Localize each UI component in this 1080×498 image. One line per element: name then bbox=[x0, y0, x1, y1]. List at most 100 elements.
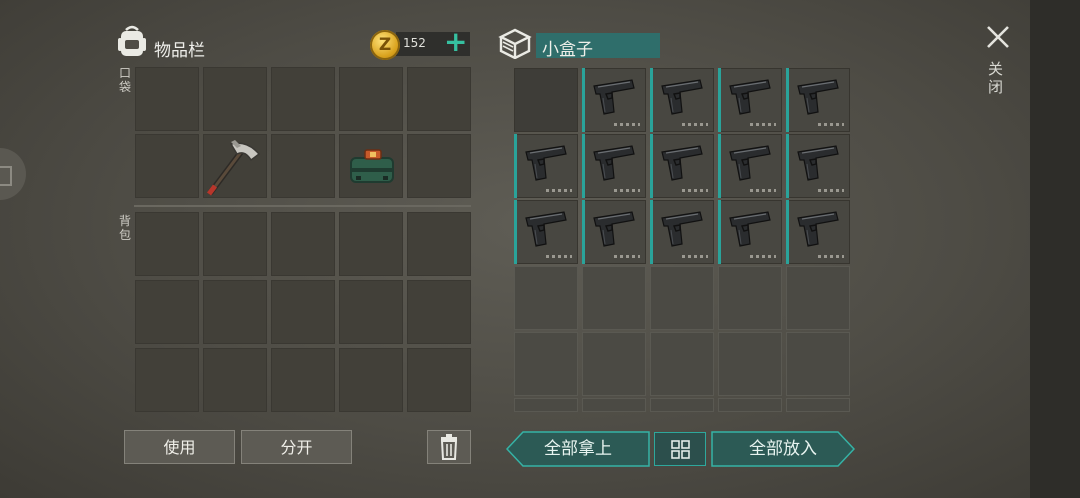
container-slot[interactable] bbox=[718, 134, 782, 198]
pistol-icon bbox=[525, 211, 567, 247]
backpack-slot[interactable] bbox=[203, 348, 267, 412]
pocket-slot[interactable] bbox=[135, 67, 199, 131]
container-slot[interactable] bbox=[718, 200, 782, 264]
coin-icon: Z bbox=[370, 30, 400, 60]
backpack-slot[interactable] bbox=[203, 212, 267, 276]
pocket-slot[interactable] bbox=[407, 134, 471, 198]
durability-dots bbox=[546, 189, 572, 192]
container-slot[interactable] bbox=[582, 332, 646, 396]
container-slot[interactable] bbox=[514, 332, 578, 396]
durability-dots bbox=[818, 255, 844, 258]
add-coins-button[interactable]: + bbox=[444, 27, 467, 57]
container-slot[interactable] bbox=[650, 266, 714, 330]
durability-dots bbox=[682, 123, 708, 126]
take-all-label: 全部拿上 bbox=[544, 439, 612, 459]
pocket-slot[interactable] bbox=[339, 134, 403, 198]
container-slot[interactable] bbox=[718, 68, 782, 132]
durability-dots bbox=[614, 189, 640, 192]
pocket-slot[interactable] bbox=[271, 67, 335, 131]
container-slot[interactable] bbox=[650, 200, 714, 264]
backpack-slot[interactable] bbox=[339, 280, 403, 344]
pocket-slot[interactable] bbox=[203, 67, 267, 131]
pistol-icon bbox=[661, 145, 703, 181]
close-icon[interactable] bbox=[983, 22, 1013, 52]
backpack-slot[interactable] bbox=[135, 280, 199, 344]
pocket-slot[interactable] bbox=[203, 134, 267, 198]
close-label[interactable]: 关闭 bbox=[988, 60, 1008, 96]
durability-dots bbox=[818, 189, 844, 192]
grid-icon bbox=[671, 440, 690, 459]
pickaxe-icon bbox=[207, 140, 261, 196]
container-slot[interactable] bbox=[582, 134, 646, 198]
pocket-slot[interactable] bbox=[271, 134, 335, 198]
backpack-slot[interactable] bbox=[271, 280, 335, 344]
coin-count: 152 bbox=[403, 36, 426, 50]
container-slot[interactable] bbox=[650, 68, 714, 132]
trash-icon bbox=[440, 434, 458, 460]
trash-button[interactable] bbox=[427, 430, 471, 464]
durability-dots bbox=[682, 189, 708, 192]
pistol-icon bbox=[593, 145, 635, 181]
durability-dots bbox=[750, 255, 776, 258]
sort-button[interactable] bbox=[654, 432, 706, 466]
backpack-slot[interactable] bbox=[339, 212, 403, 276]
take-all-button[interactable]: 全部拿上 bbox=[505, 431, 650, 467]
pistol-icon bbox=[797, 145, 839, 181]
pistol-icon bbox=[525, 145, 567, 181]
backpack-slot[interactable] bbox=[271, 348, 335, 412]
pistol-icon bbox=[729, 211, 771, 247]
container-slot[interactable] bbox=[786, 398, 850, 412]
container-slot[interactable] bbox=[514, 134, 578, 198]
container-slot[interactable] bbox=[514, 398, 578, 412]
tool-case-icon bbox=[350, 149, 394, 183]
container-slot[interactable] bbox=[582, 266, 646, 330]
container-slot[interactable] bbox=[786, 266, 850, 330]
container-slot[interactable] bbox=[582, 200, 646, 264]
backpack-slot[interactable] bbox=[135, 212, 199, 276]
container-slot[interactable] bbox=[582, 68, 646, 132]
pocket-slot[interactable] bbox=[135, 134, 199, 198]
container-slot[interactable] bbox=[718, 266, 782, 330]
container-slot[interactable] bbox=[582, 398, 646, 412]
pistol-icon bbox=[661, 79, 703, 115]
backpack-slot[interactable] bbox=[407, 212, 471, 276]
backpack-slot[interactable] bbox=[407, 348, 471, 412]
pistol-icon bbox=[729, 145, 771, 181]
pocket-slot[interactable] bbox=[339, 67, 403, 131]
container-slot[interactable] bbox=[650, 398, 714, 412]
backpack-slot[interactable] bbox=[135, 348, 199, 412]
box-icon bbox=[498, 28, 532, 59]
backpack-slot[interactable] bbox=[339, 348, 403, 412]
pistol-icon bbox=[729, 79, 771, 115]
split-button[interactable]: 分开 bbox=[241, 430, 352, 464]
container-slot[interactable] bbox=[786, 134, 850, 198]
backpack-slot[interactable] bbox=[271, 212, 335, 276]
container-title: 小盒子 bbox=[542, 40, 593, 60]
container-slot[interactable] bbox=[786, 332, 850, 396]
container-slot[interactable] bbox=[718, 398, 782, 412]
screen-edge bbox=[1030, 0, 1080, 498]
pistol-icon bbox=[797, 79, 839, 115]
durability-dots bbox=[546, 255, 572, 258]
container-slot[interactable] bbox=[718, 332, 782, 396]
section-divider bbox=[134, 205, 471, 207]
container-slot[interactable] bbox=[514, 266, 578, 330]
durability-dots bbox=[818, 123, 844, 126]
container-slot[interactable] bbox=[786, 68, 850, 132]
put-all-button[interactable]: 全部放入 bbox=[711, 431, 856, 467]
pistol-icon bbox=[661, 211, 703, 247]
container-slot[interactable] bbox=[514, 200, 578, 264]
container-slot[interactable] bbox=[650, 332, 714, 396]
backpack-icon bbox=[118, 25, 146, 56]
durability-dots bbox=[614, 255, 640, 258]
backpack-slot[interactable] bbox=[203, 280, 267, 344]
backpack-slot[interactable] bbox=[407, 280, 471, 344]
durability-dots bbox=[750, 189, 776, 192]
container-slot[interactable] bbox=[786, 200, 850, 264]
pistol-icon bbox=[593, 211, 635, 247]
container-slot[interactable] bbox=[650, 134, 714, 198]
use-button[interactable]: 使用 bbox=[124, 430, 235, 464]
durability-dots bbox=[750, 123, 776, 126]
container-slot[interactable] bbox=[514, 68, 578, 132]
pocket-slot[interactable] bbox=[407, 67, 471, 131]
